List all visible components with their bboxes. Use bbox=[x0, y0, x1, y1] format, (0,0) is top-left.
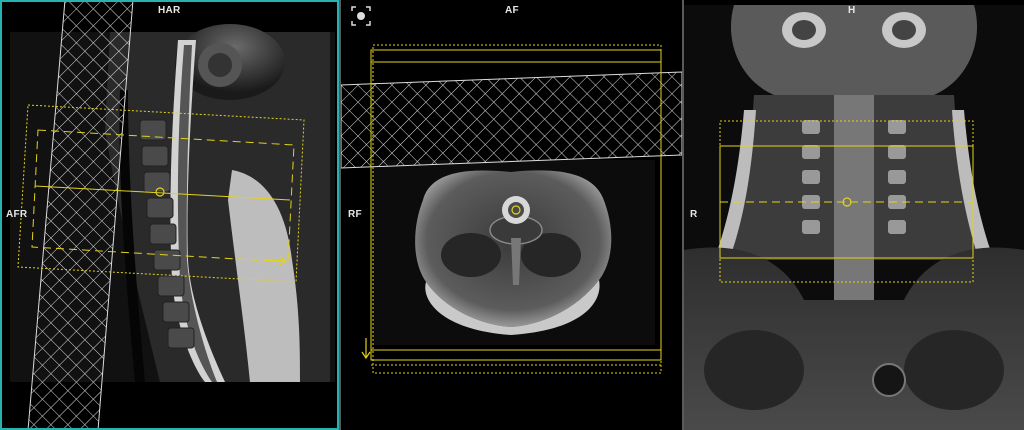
orientation-label-top: HAR bbox=[158, 5, 181, 16]
axial-image bbox=[341, 44, 682, 374]
orientation-cube-icon[interactable] bbox=[350, 5, 372, 27]
axial-viewport[interactable]: AF RF bbox=[341, 0, 682, 430]
orientation-label-top: AF bbox=[505, 5, 519, 16]
orientation-label-left: AFR bbox=[6, 209, 28, 220]
orientation-label-left: R bbox=[690, 209, 698, 220]
coronal-image bbox=[684, 5, 1024, 430]
coronal-viewport[interactable]: H R bbox=[684, 0, 1024, 430]
sagittal-viewport[interactable]: HAR AFR bbox=[0, 0, 339, 430]
orientation-label-left: RF bbox=[348, 209, 362, 220]
sagittal-image bbox=[10, 0, 335, 430]
orientation-label-top: H bbox=[848, 5, 856, 16]
saturation-band bbox=[341, 71, 682, 169]
